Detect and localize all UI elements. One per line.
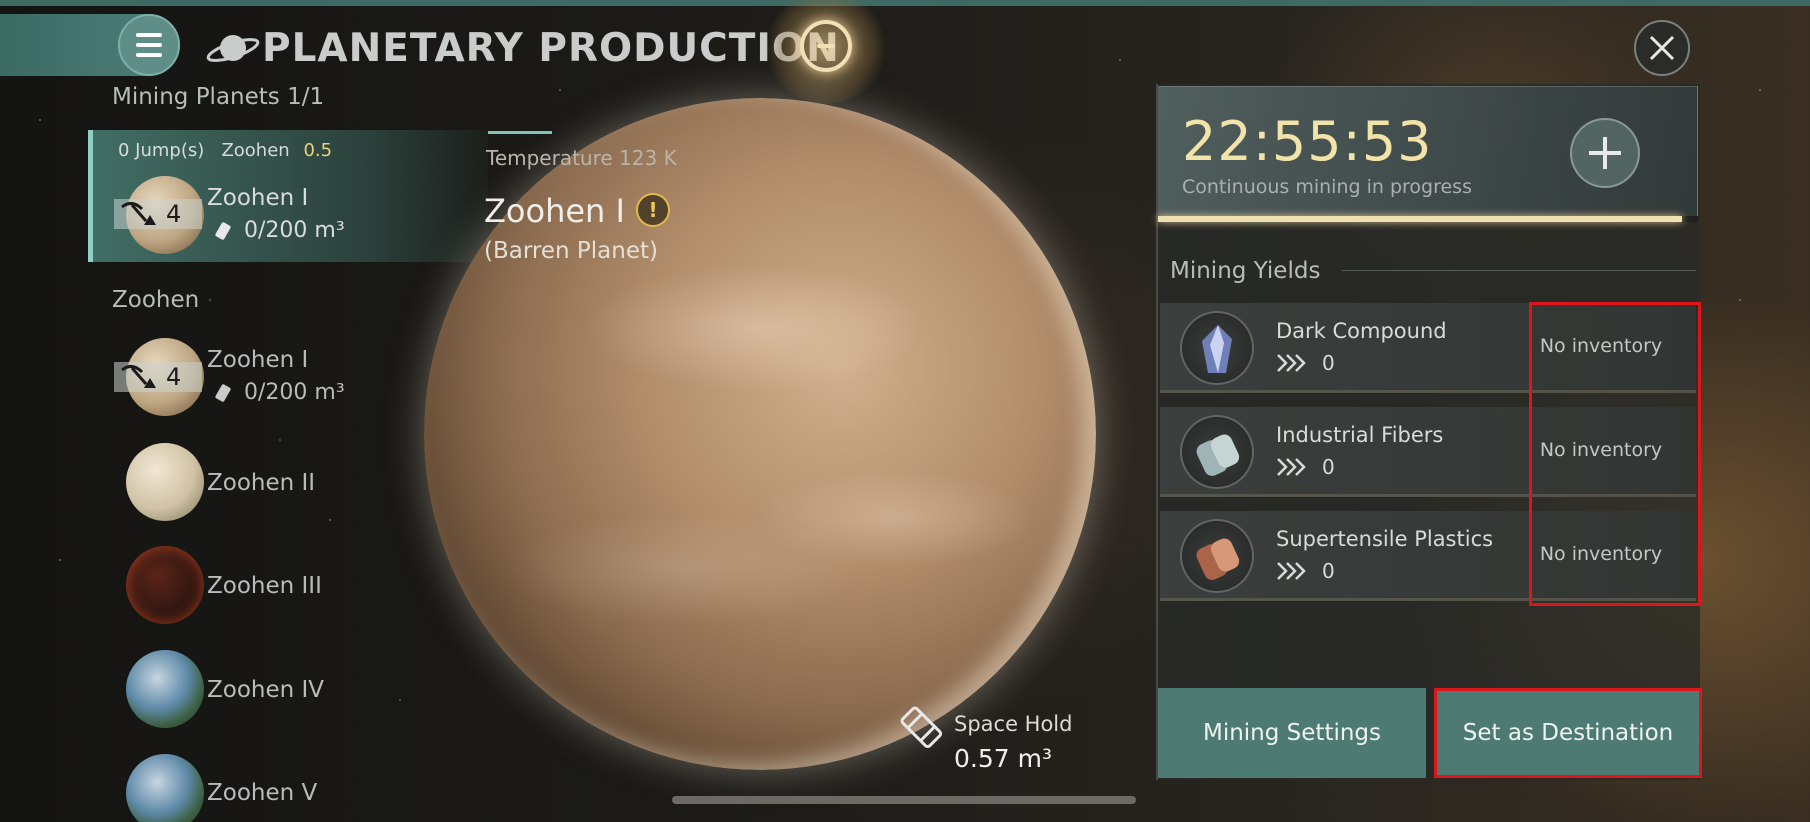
- mining-yields-label: Mining Yields: [1170, 258, 1321, 284]
- space-hold-value: 0.57 m³: [954, 744, 1052, 773]
- planet-title: Zoohen I: [484, 192, 625, 230]
- planet-list-item-name[interactable]: Zoohen II: [207, 470, 315, 496]
- pickaxe-icon: [121, 202, 156, 225]
- orbit-emblem-icon[interactable]: [764, 0, 888, 104]
- system-name: Zoohen: [221, 140, 290, 161]
- miner-count-badge: 4: [114, 362, 202, 392]
- planet-type: (Barren Planet): [484, 238, 658, 264]
- planet-thumbnail[interactable]: [126, 443, 204, 521]
- warning-icon[interactable]: !: [636, 193, 670, 227]
- pickaxe-icon: [121, 365, 156, 388]
- planet-list-item-cargo: 0/200 m³: [212, 380, 345, 405]
- yield-rate: 0: [1276, 455, 1335, 479]
- planet-list-item-name[interactable]: Zoohen III: [207, 573, 322, 599]
- yield-rate: 0: [1276, 559, 1335, 583]
- yield-name: Industrial Fibers: [1276, 423, 1444, 447]
- temperature-underline: [488, 131, 552, 134]
- fiber-rolls-icon: [1180, 415, 1254, 489]
- planet-list-item-name[interactable]: Zoohen I: [207, 347, 308, 373]
- planet-list-item-name[interactable]: Zoohen V: [207, 780, 317, 806]
- cargo-icon: [215, 383, 231, 402]
- hamburger-icon: [136, 30, 162, 60]
- miner-count-badge: 4: [114, 199, 202, 229]
- close-icon: [1649, 35, 1675, 61]
- mining-timer: 22:55:53: [1182, 110, 1433, 173]
- selected-planet-name: Zoohen I: [207, 185, 309, 211]
- divider: [1342, 270, 1696, 271]
- yield-rate: 0: [1276, 351, 1335, 375]
- cargo-icon: [215, 221, 231, 240]
- add-time-button[interactable]: [1570, 118, 1640, 188]
- cargo-value: 0/200 m³: [244, 380, 345, 405]
- yield-name: Supertensile Plastics: [1276, 527, 1494, 551]
- space-hold-icon: [900, 706, 943, 749]
- plus-icon: [1589, 137, 1621, 169]
- planet-list-item-name[interactable]: Zoohen IV: [207, 677, 324, 703]
- mining-progress-fill: [1158, 216, 1682, 222]
- chevrons-icon: [1277, 354, 1306, 372]
- plastic-rolls-icon: [1180, 519, 1254, 593]
- selected-planet-info: 0 Jump(s) Zoohen 0.5: [118, 140, 332, 161]
- set-destination-button[interactable]: Set as Destination: [1434, 688, 1702, 778]
- yield-rate-value: 0: [1322, 455, 1335, 479]
- space-hold-label: Space Hold: [954, 712, 1073, 736]
- yield-rate-value: 0: [1322, 559, 1335, 583]
- crystal-icon: [1180, 311, 1254, 385]
- inventory-highlight-box: [1529, 302, 1701, 606]
- cargo-value: 0/200 m³: [244, 218, 345, 243]
- miner-count: 4: [166, 200, 182, 228]
- top-strip: [0, 0, 1810, 6]
- mining-status: Continuous mining in progress: [1182, 176, 1472, 198]
- ringed-planet-icon: [206, 35, 260, 62]
- security-status: 0.5: [303, 140, 333, 161]
- planet-thumbnail[interactable]: [126, 546, 204, 624]
- temperature-label: Temperature 123 K: [486, 146, 677, 170]
- close-button[interactable]: [1634, 20, 1690, 76]
- yield-name: Dark Compound: [1276, 319, 1447, 343]
- planet-thumbnail[interactable]: [126, 650, 204, 728]
- mining-planets-count: Mining Planets 1/1: [112, 84, 325, 110]
- miner-count: 4: [166, 363, 182, 391]
- home-indicator[interactable]: [672, 796, 1136, 804]
- chevrons-icon: [1277, 458, 1306, 476]
- selected-planet-cargo: 0/200 m³: [212, 218, 345, 243]
- chevrons-icon: [1277, 562, 1306, 580]
- menu-button[interactable]: [118, 14, 180, 76]
- planet-thumbnail[interactable]: [126, 754, 204, 822]
- yield-rate-value: 0: [1322, 351, 1335, 375]
- jumps-label: 0 Jump(s): [118, 140, 205, 161]
- mining-settings-button[interactable]: Mining Settings: [1158, 688, 1426, 778]
- page-title: PLANETARY PRODUCTION: [262, 26, 840, 71]
- system-group-label: Zoohen: [112, 287, 200, 313]
